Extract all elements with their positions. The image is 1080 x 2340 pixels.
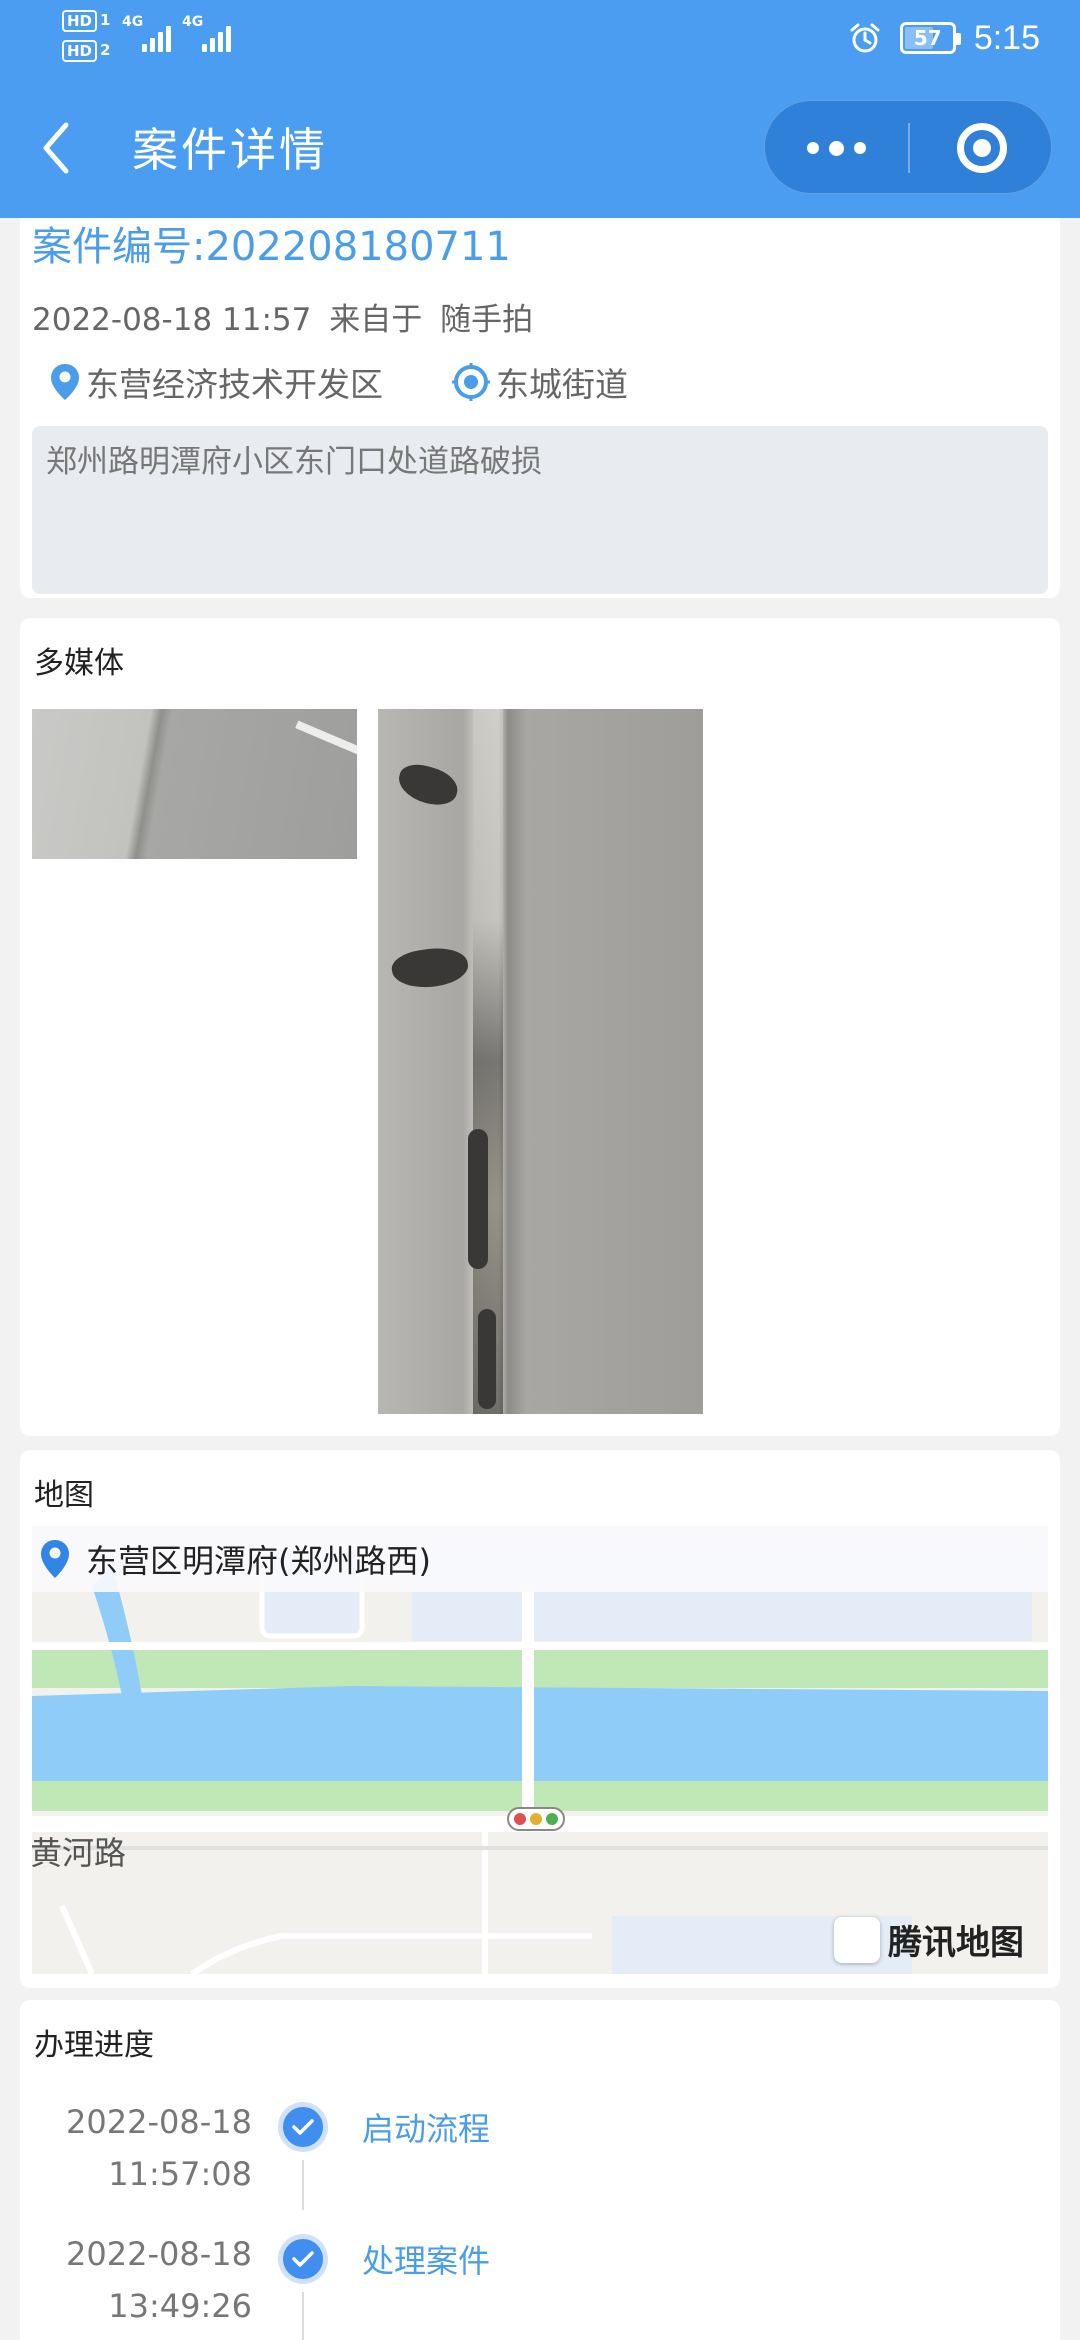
hd-badge-1: HD bbox=[62, 10, 98, 32]
network-type-2: 4G bbox=[182, 14, 204, 30]
map-background bbox=[32, 1526, 1048, 1974]
map-location-name: 东营区明潭府(郑州路西) bbox=[86, 1542, 431, 1580]
case-description: 郑州路明潭府小区东门口处道路破损 bbox=[32, 426, 1048, 594]
signal-bars-1-icon bbox=[142, 20, 171, 52]
dot bbox=[829, 140, 844, 156]
dot bbox=[807, 142, 819, 154]
check-icon bbox=[278, 2234, 328, 2284]
page-title: 案件详情 bbox=[132, 123, 328, 177]
step-time: 11:57:08 bbox=[108, 2155, 252, 2193]
map-brand: 腾讯地图 bbox=[834, 1915, 1024, 1964]
more-button[interactable] bbox=[765, 101, 908, 195]
case-info-card: 案件编号:202208180711 2022-08-18 11:57 来自于 随… bbox=[20, 190, 1060, 598]
step-label: 启动流程 bbox=[362, 2110, 491, 2148]
status-bar: HD 1 HD 2 4G 4G 57 5:15 bbox=[0, 0, 1080, 80]
network-type-1: 4G bbox=[122, 14, 144, 30]
media-photo-1[interactable] bbox=[32, 709, 357, 859]
clock: 5:15 bbox=[973, 18, 1040, 57]
map-pin-icon bbox=[41, 1540, 69, 1578]
progress-section-title: 办理进度 bbox=[34, 2028, 154, 2063]
alarm-icon bbox=[850, 23, 880, 53]
chevron-left-icon bbox=[43, 122, 69, 174]
case-source: 随手拍 bbox=[440, 302, 534, 338]
map-location-bar: 东营区明潭府(郑州路西) bbox=[32, 1526, 1048, 1592]
step-timestamp: 2022-08-18 11:57:08 bbox=[66, 2096, 252, 2200]
step-timestamp: 2022-08-18 13:49:26 bbox=[66, 2228, 252, 2332]
dot bbox=[854, 142, 866, 154]
map-brand-name: 腾讯地图 bbox=[888, 1923, 1024, 1963]
progress-step: 2022-08-18 13:49:26 处理案件 bbox=[20, 2228, 1060, 2340]
map-section-title: 地图 bbox=[34, 1478, 94, 1513]
step-label: 处理案件 bbox=[362, 2242, 491, 2280]
battery-icon: 57 bbox=[899, 22, 961, 54]
mini-program-capsule bbox=[764, 100, 1052, 194]
case-datetime: 2022-08-18 11:57 bbox=[32, 302, 312, 338]
step-date: 2022-08-18 bbox=[66, 2103, 252, 2141]
case-number: 案件编号:202208180711 bbox=[32, 224, 511, 270]
map-card: 地图 东营区明潭府(郑州路西) 黄河路 腾讯地图 bbox=[20, 1450, 1060, 1988]
back-button[interactable] bbox=[40, 116, 90, 180]
case-source-label: 来自于 bbox=[329, 302, 423, 338]
progress-step: 2022-08-18 11:57:08 启动流程 bbox=[20, 2096, 1060, 2216]
location-target-icon bbox=[452, 363, 490, 401]
compass-icon bbox=[834, 1916, 880, 1963]
media-section-title: 多媒体 bbox=[34, 646, 124, 681]
sim1-number: 1 bbox=[100, 11, 111, 29]
map-pin-icon bbox=[51, 364, 79, 400]
target-icon bbox=[956, 123, 1007, 173]
progress-card: 办理进度 2022-08-18 11:57:08 启动流程 2022-08-18… bbox=[20, 2000, 1060, 2340]
sim2-number: 2 bbox=[100, 41, 111, 59]
battery-level: 57 bbox=[913, 26, 942, 50]
road-label: 黄河路 bbox=[32, 1834, 127, 1872]
nav-bar: 案件详情 bbox=[0, 88, 1080, 208]
street-row: 东城街道 bbox=[452, 360, 628, 404]
timeline-connector bbox=[302, 2160, 304, 2210]
media-photo-2[interactable] bbox=[378, 709, 703, 1414]
step-time: 13:49:26 bbox=[108, 2287, 252, 2325]
timeline-connector bbox=[302, 2292, 304, 2340]
district-name: 东营经济技术开发区 bbox=[86, 365, 383, 404]
status-right: 57 5:15 bbox=[848, 16, 1040, 60]
step-date: 2022-08-18 bbox=[66, 2235, 252, 2273]
district-row: 东营经济技术开发区 bbox=[50, 360, 383, 404]
check-icon bbox=[278, 2102, 328, 2152]
map-view[interactable]: 东营区明潭府(郑州路西) 黄河路 腾讯地图 bbox=[32, 1526, 1048, 1974]
street-name: 东城街道 bbox=[496, 365, 628, 404]
close-mini-program-button[interactable] bbox=[910, 101, 1053, 195]
signal-bars-2-icon bbox=[202, 20, 231, 52]
media-card: 多媒体 bbox=[20, 618, 1060, 1436]
case-meta: 2022-08-18 11:57 来自于 随手拍 bbox=[32, 294, 533, 339]
top-bar: HD 1 HD 2 4G 4G 57 5:15 案件详情 bbox=[0, 0, 1080, 218]
hd-badge-2: HD bbox=[62, 40, 98, 62]
